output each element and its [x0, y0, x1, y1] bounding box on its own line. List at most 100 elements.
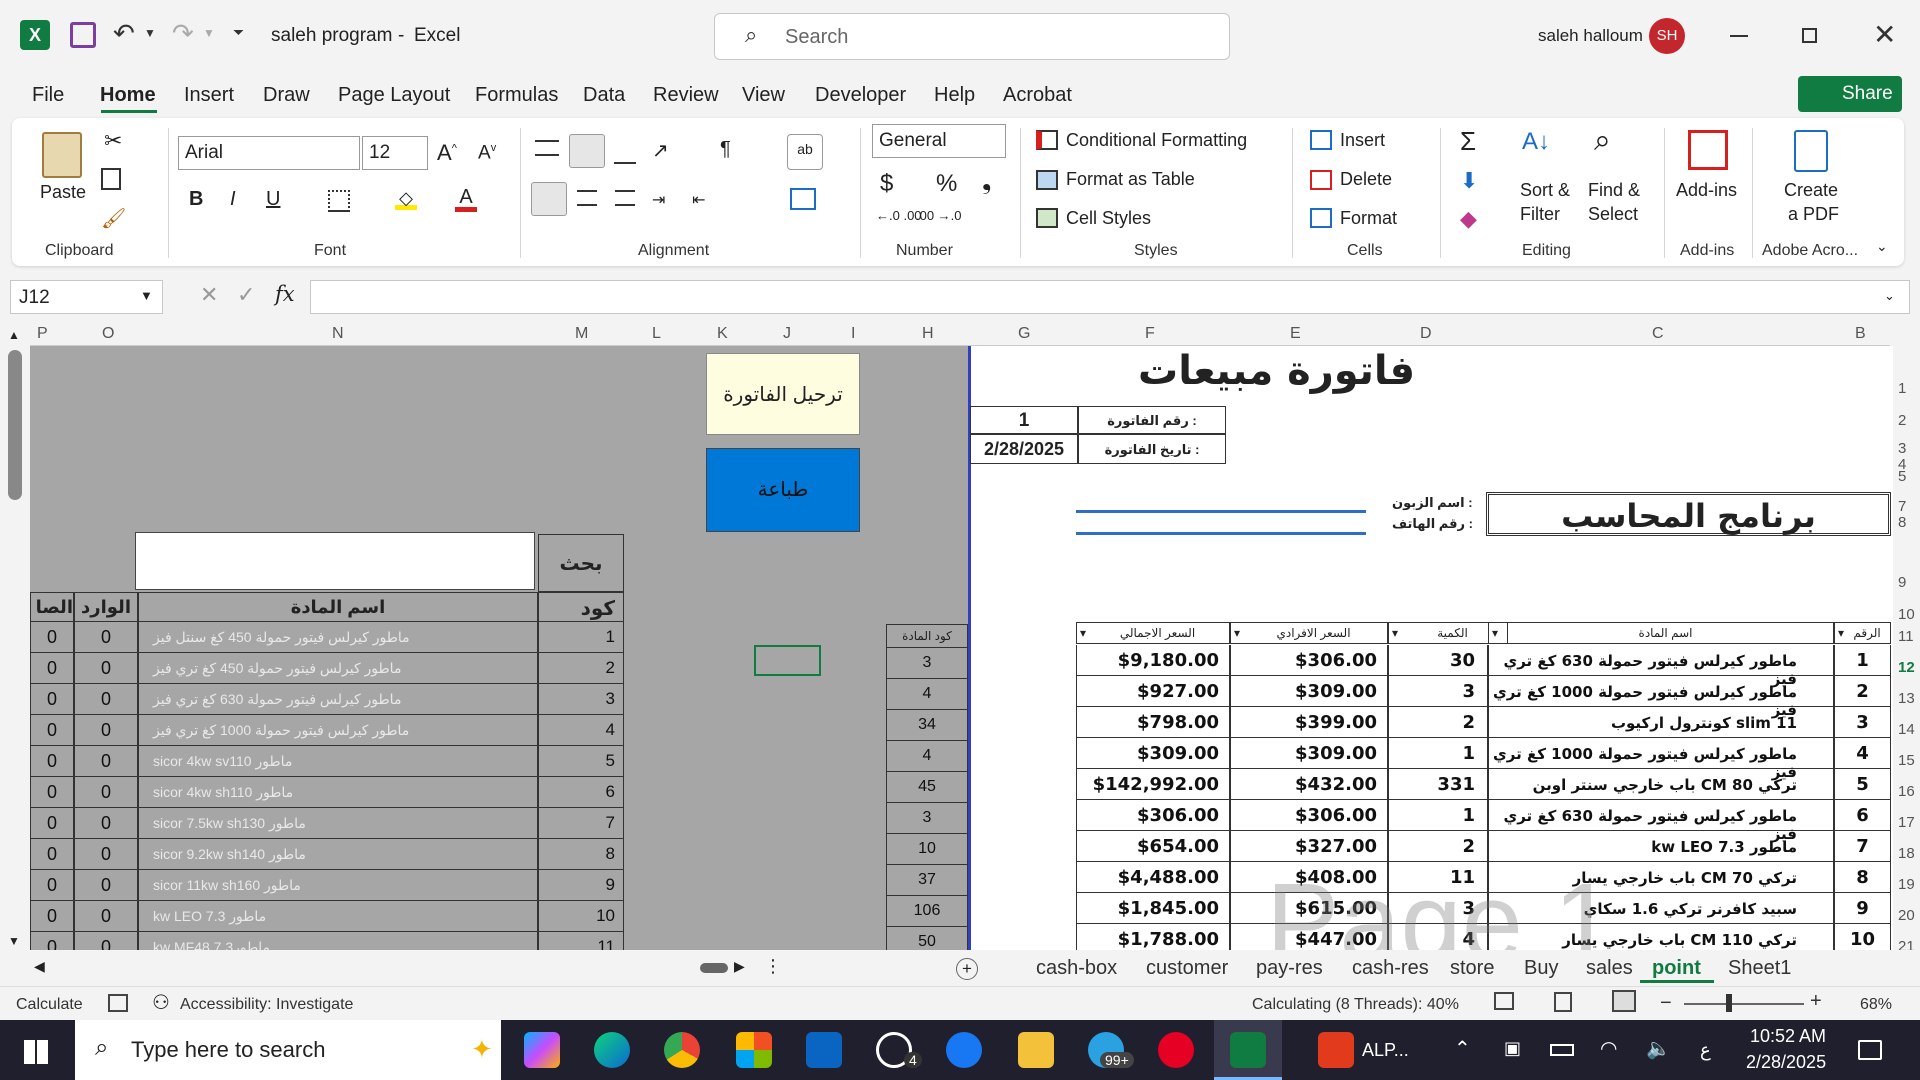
row-total[interactable]: $927.00 — [1076, 676, 1230, 707]
scroll-down-icon[interactable]: ▼ — [8, 934, 20, 948]
zoom-out-icon[interactable]: − — [1660, 992, 1672, 1015]
percent-icon[interactable]: % — [936, 170, 957, 198]
row-item-name[interactable]: كونترول اركيوب slim 11 — [1488, 707, 1834, 738]
decrease-indent-icon[interactable]: ⇤ — [692, 190, 705, 210]
search-box[interactable]: ⌕ Search — [714, 13, 1230, 60]
add-ins-icon[interactable] — [1688, 130, 1728, 170]
row-total[interactable]: $4,488.00 — [1076, 862, 1230, 893]
clock-date[interactable]: 2/28/2025 — [1746, 1052, 1826, 1073]
format-as-table-icon[interactable] — [1036, 170, 1058, 190]
vertical-scrollbar[interactable] — [8, 350, 22, 500]
copy-icon[interactable] — [101, 168, 121, 190]
increase-decimal-icon[interactable]: ←.0 .00 — [876, 208, 922, 223]
row-total[interactable]: $309.00 — [1076, 738, 1230, 769]
redo-icon[interactable]: ↷ — [172, 18, 194, 49]
menu-home[interactable]: Home — [100, 84, 156, 107]
row-number[interactable]: 6 — [1834, 800, 1891, 831]
font-name-select[interactable]: Arial — [178, 136, 360, 170]
align-middle-icon[interactable] — [569, 134, 605, 168]
device-icon[interactable]: ▣ — [1504, 1038, 1521, 1059]
filter-icon[interactable]: ▾ — [1392, 626, 1398, 640]
expand-formula-icon[interactable]: ⌄ — [1884, 288, 1895, 304]
filter-icon[interactable]: ▾ — [1080, 626, 1086, 640]
row-header[interactable]: 3 — [1898, 440, 1906, 457]
sort-filter-icon[interactable]: A↓ — [1522, 128, 1550, 156]
add-sheet-icon[interactable]: + — [956, 958, 978, 980]
row-header[interactable]: 2 — [1898, 412, 1906, 429]
decrease-decimal-icon[interactable]: .00 →.0 — [916, 208, 962, 223]
column-header[interactable]: K — [717, 325, 728, 343]
chrome-icon[interactable] — [664, 1032, 700, 1068]
row-quantity[interactable]: 2 — [1388, 831, 1488, 862]
windows-start-icon[interactable] — [24, 1040, 48, 1064]
column-header[interactable]: J — [783, 325, 791, 343]
row-unit-price[interactable]: $309.00 — [1230, 738, 1388, 769]
clear-icon[interactable]: ◆ — [1460, 206, 1477, 232]
column-header[interactable]: N — [332, 325, 344, 343]
currency-icon[interactable]: $ — [880, 170, 893, 198]
grow-font-icon[interactable]: A^ — [437, 140, 457, 166]
row-quantity[interactable]: 3 — [1388, 676, 1488, 707]
align-left-icon[interactable] — [531, 182, 567, 216]
row-header[interactable]: 14 — [1898, 721, 1915, 738]
row-total[interactable]: $9,180.00 — [1076, 645, 1230, 676]
row-header[interactable]: 1 — [1898, 380, 1906, 397]
row-quantity[interactable]: 1 — [1388, 738, 1488, 769]
column-header[interactable]: L — [652, 325, 661, 343]
collapse-ribbon-icon[interactable]: ⌄ — [1876, 238, 1888, 255]
undo-icon[interactable]: ↶ — [113, 18, 135, 49]
align-right-icon[interactable] — [615, 190, 635, 206]
column-header[interactable]: C — [1652, 325, 1664, 343]
zoom-level[interactable]: 68% — [1860, 996, 1892, 1014]
active-cell[interactable] — [754, 645, 821, 676]
macro-record-icon[interactable] — [108, 994, 128, 1012]
formula-input[interactable] — [310, 280, 1910, 314]
font-color-icon[interactable]: A — [455, 186, 477, 212]
row-total[interactable]: $798.00 — [1076, 707, 1230, 738]
create-pdf-label-2[interactable]: a PDF — [1788, 204, 1839, 225]
scroll-right-icon[interactable]: ▶ — [734, 958, 745, 975]
menu-page-layout[interactable]: Page Layout — [338, 84, 450, 107]
row-total[interactable]: $142,992.00 — [1076, 769, 1230, 800]
align-bottom-icon[interactable] — [614, 150, 636, 164]
row-header[interactable]: 20 — [1898, 907, 1915, 924]
outlook-icon[interactable] — [806, 1032, 842, 1068]
row-item-name[interactable]: ماطور كيرلس فيتور حمولة 1000 كغ تري فيز — [1488, 738, 1834, 781]
print-button[interactable]: طباعة — [706, 448, 860, 532]
menu-insert[interactable]: Insert — [184, 84, 234, 107]
orientation-icon[interactable]: ↗ — [652, 138, 669, 163]
customer-name-line[interactable] — [1076, 510, 1366, 513]
cut-icon[interactable]: ✂ — [104, 128, 122, 154]
row-header[interactable]: 10 — [1898, 606, 1915, 623]
row-item-name[interactable]: ماطور كيرلس فيتور حمولة 630 كغ تري فيز — [1488, 645, 1834, 688]
sheet-tab-cash-box[interactable]: cash-box — [1036, 957, 1117, 980]
paste-button[interactable]: Paste — [40, 182, 86, 203]
column-header[interactable]: M — [575, 325, 588, 343]
sheet-tab-point[interactable]: point — [1652, 957, 1701, 980]
search-input-field[interactable] — [135, 532, 535, 590]
shrink-font-icon[interactable]: Av — [478, 142, 496, 164]
borders-icon[interactable] — [328, 190, 350, 212]
row-total[interactable]: $1,845.00 — [1076, 893, 1230, 924]
comma-icon[interactable]: ❟ — [982, 168, 991, 196]
row-total[interactable]: $654.00 — [1076, 831, 1230, 862]
menu-data[interactable]: Data — [583, 84, 625, 107]
enter-formula-icon[interactable]: ✓ — [237, 282, 255, 308]
row-number[interactable]: 2 — [1834, 676, 1891, 707]
language-indicator[interactable]: ع — [1700, 1040, 1711, 1061]
phone-line[interactable] — [1076, 532, 1366, 535]
minimize-icon[interactable] — [1730, 35, 1748, 37]
delete-cells-icon[interactable] — [1310, 170, 1332, 190]
insert-function-icon[interactable]: fx — [275, 282, 295, 306]
conditional-formatting-icon[interactable] — [1036, 130, 1058, 150]
format-cells-button[interactable]: Format — [1340, 208, 1397, 229]
accessibility-status[interactable]: Accessibility: Investigate — [180, 996, 353, 1014]
row-number[interactable]: 5 — [1834, 769, 1891, 800]
row-quantity[interactable]: 1 — [1388, 800, 1488, 831]
clock-time[interactable]: 10:52 AM — [1750, 1026, 1826, 1047]
create-pdf-label-1[interactable]: Create — [1784, 180, 1838, 201]
row-item-name[interactable]: ماطور كيرلس فيتور حمولة 630 كغ تري فيز — [1488, 800, 1834, 843]
row-total[interactable]: $306.00 — [1076, 800, 1230, 831]
row-header[interactable]: 11 — [1898, 628, 1914, 645]
row-item-name[interactable]: kw LEO 7.3 ماطور — [1488, 831, 1834, 862]
